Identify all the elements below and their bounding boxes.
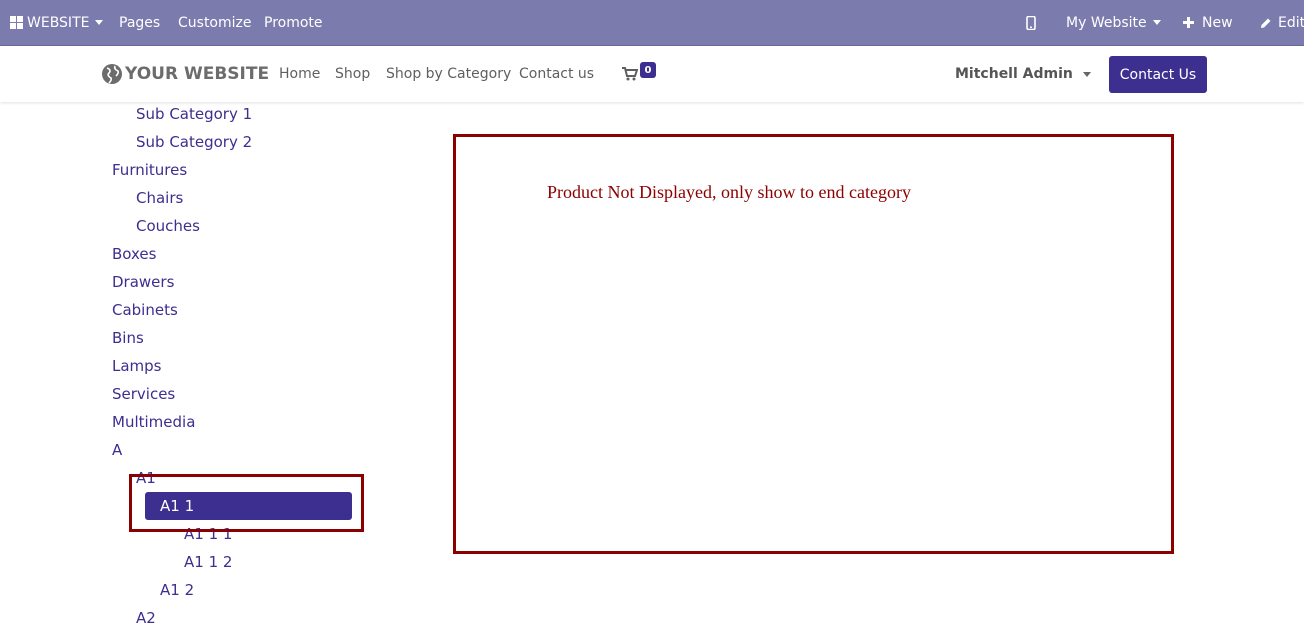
- nav-shop[interactable]: Shop: [335, 46, 370, 102]
- category-a1-1-2[interactable]: A1 1 2: [184, 552, 232, 572]
- nav-home-label: Home: [279, 66, 321, 82]
- edit-button[interactable]: Edit: [1260, 0, 1304, 45]
- cart-count-badge: 0: [640, 62, 656, 78]
- category-cabinets[interactable]: Cabinets: [112, 300, 178, 320]
- nav-shop-label: Shop: [335, 66, 371, 82]
- category-services[interactable]: Services: [112, 384, 175, 404]
- brand-logo[interactable]: YOUR WEBSITE: [101, 63, 269, 85]
- brand-name: YOUR WEBSITE: [125, 64, 270, 84]
- nav-home[interactable]: Home: [279, 46, 320, 102]
- category-chairs[interactable]: Chairs: [136, 188, 183, 208]
- mobile-icon: [1026, 15, 1036, 30]
- category-lamps[interactable]: Lamps: [112, 356, 162, 376]
- new-button[interactable]: New: [1183, 0, 1233, 45]
- nav-contact[interactable]: Contact us: [519, 46, 594, 102]
- cart-icon: [622, 67, 638, 81]
- annotation-note: Product Not Displayed, only show to end …: [547, 182, 911, 202]
- category-couches[interactable]: Couches: [136, 216, 200, 236]
- my-website-menu[interactable]: My Website: [1066, 0, 1161, 45]
- user-name: Mitchell Admin: [955, 66, 1073, 82]
- promote-menu[interactable]: Promote: [264, 0, 323, 45]
- contact-us-button[interactable]: Contact Us: [1109, 56, 1207, 93]
- apps-grid-icon: [10, 16, 23, 29]
- category-boxes[interactable]: Boxes: [112, 244, 156, 264]
- customize-label: Customize: [178, 14, 252, 31]
- category-drawers[interactable]: Drawers: [112, 272, 174, 292]
- category-furnitures[interactable]: Furnitures: [112, 160, 187, 180]
- category-bins[interactable]: Bins: [112, 328, 144, 348]
- customize-menu[interactable]: Customize: [178, 0, 252, 45]
- website-menu-label: WEBSITE: [27, 14, 90, 31]
- category-multimedia[interactable]: Multimedia: [112, 412, 195, 432]
- pages-label: Pages: [119, 14, 161, 31]
- chevron-down-icon: [1152, 20, 1161, 25]
- main-navbar: YOUR WEBSITE Home Shop Shop by Category …: [0, 46, 1304, 102]
- category-sub-category-1[interactable]: Sub Category 1: [136, 104, 252, 124]
- pencil-icon: [1261, 18, 1271, 28]
- chevron-down-icon: [95, 20, 104, 25]
- admin-topbar: WEBSITE Pages Customize Promote My Websi…: [0, 0, 1304, 46]
- nav-contact-label: Contact us: [519, 66, 595, 82]
- globe-icon: [102, 64, 122, 84]
- chevron-down-icon: [1082, 71, 1091, 77]
- nav-shop-by-category-label: Shop by Category: [386, 66, 512, 82]
- mobile-preview-button[interactable]: [1026, 0, 1036, 45]
- edit-label: Edit: [1278, 14, 1304, 31]
- promote-label: Promote: [264, 14, 323, 31]
- my-website-label: My Website: [1066, 14, 1147, 31]
- selected-category-highlight: [129, 474, 364, 532]
- user-menu[interactable]: Mitchell Admin: [955, 46, 1091, 102]
- category-a[interactable]: A: [112, 440, 122, 460]
- category-a1-2[interactable]: A1 2: [160, 580, 194, 600]
- category-a2[interactable]: A2: [136, 608, 156, 628]
- nav-shop-by-category[interactable]: Shop by Category: [386, 46, 511, 102]
- website-menu[interactable]: WEBSITE: [10, 0, 104, 45]
- new-label: New: [1202, 14, 1233, 31]
- pages-menu[interactable]: Pages: [119, 0, 160, 45]
- cart-link[interactable]: [622, 46, 638, 102]
- category-sub-category-2[interactable]: Sub Category 2: [136, 132, 252, 152]
- plus-icon: [1183, 17, 1194, 28]
